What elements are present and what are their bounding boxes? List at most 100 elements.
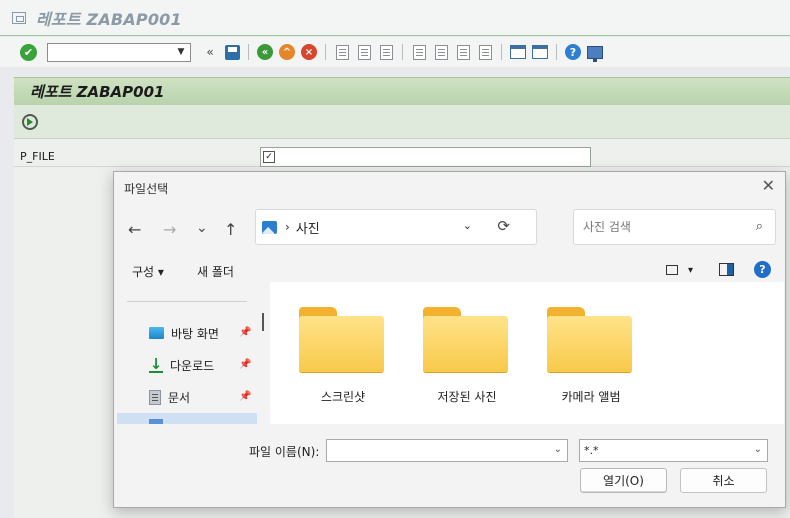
previous-page-icon (434, 44, 448, 60)
menu-icon[interactable] (12, 11, 26, 24)
help-button[interactable]: ? (564, 43, 582, 61)
view-dropdown-icon[interactable]: ▾ (688, 265, 693, 276)
cancel-toolbar-button[interactable]: × (300, 43, 318, 61)
first-page-button[interactable] (410, 43, 428, 61)
save-icon (224, 44, 240, 60)
find-next-button[interactable] (377, 43, 395, 61)
folder-icon-body (299, 316, 384, 372)
p-file-label: P_FILE (20, 150, 55, 163)
file-type-select[interactable]: *.* ⌄ (579, 439, 768, 462)
find-icon (357, 44, 371, 60)
new-folder-button[interactable]: 새 폴더 (197, 263, 234, 280)
report-application-toolbar (14, 105, 790, 139)
filename-input[interactable] (327, 440, 547, 460)
toolbar-divider (402, 44, 403, 60)
nav-item-downloads[interactable]: ↓ 다운로드 (149, 355, 214, 375)
nav-item-label: 다운로드 (170, 358, 215, 373)
folder-name: 카메라 앨범 (561, 390, 621, 404)
close-icon[interactable]: ✕ (762, 176, 775, 195)
breadcrumb-pictures[interactable]: 사진 (296, 218, 320, 237)
dialog-title: 파일선택 (124, 182, 169, 196)
breadcrumb-separator: › (285, 220, 290, 234)
up-arrow-icon[interactable]: ↑ (224, 220, 237, 239)
documents-icon (149, 389, 161, 405)
exit-button[interactable]: ^ (278, 43, 296, 61)
file-type-value: *.* (584, 444, 599, 457)
toolbar-divider (556, 44, 557, 60)
search-icon[interactable]: ⌕ (756, 219, 763, 234)
next-page-icon (456, 44, 470, 60)
chevron-down-icon[interactable]: ⌄ (463, 219, 472, 232)
help-icon[interactable]: ? (754, 261, 771, 278)
previous-page-button[interactable] (432, 43, 450, 61)
nav-item-documents[interactable]: 문서 (149, 387, 190, 407)
file-select-dialog: 파일선택 ✕ ← → ⌄ ↑ › 사진 ⌄ ⟳ ⌕ 구성 ▾ 새 폴더 ▾ ? … (113, 171, 786, 508)
toolbar-divider (248, 44, 249, 60)
pin-icon[interactable]: 📌 (239, 327, 251, 338)
collapse-toolbar-button[interactable]: « (201, 43, 219, 61)
first-page-icon (412, 44, 426, 60)
print-icon (335, 44, 349, 60)
pin-icon[interactable]: 📌 (239, 359, 251, 370)
folder-screenshots[interactable]: 스크린샷 (299, 304, 387, 404)
sap-toolbar: ✔ ▼ « « ^ × ? (0, 37, 790, 67)
new-session-button[interactable] (509, 43, 527, 61)
search-input[interactable] (583, 220, 743, 234)
chevron-down-icon[interactable]: ⌄ (754, 444, 762, 455)
nav-item-desktop[interactable]: 바탕 화면 (149, 323, 219, 343)
execute-icon[interactable] (22, 113, 38, 130)
sap-title-bar: 레포트 ZABAP001 (0, 0, 790, 36)
forward-arrow-icon[interactable]: → (163, 220, 176, 239)
find-next-icon (379, 44, 393, 60)
refresh-icon[interactable]: ⟳ (497, 217, 510, 235)
download-icon: ↓ (149, 355, 163, 373)
scrollbar-thumb[interactable] (262, 313, 264, 331)
nav-item-label: 문서 (168, 390, 191, 405)
next-page-button[interactable] (454, 43, 472, 61)
monitor-icon (587, 45, 603, 62)
desktop-icon (149, 327, 164, 339)
report-title: 레포트 ZABAP001 (30, 83, 165, 101)
required-check-icon: ✓ (263, 151, 275, 163)
file-list: 스크린샷 저장된 사진 카메라 앨범 (270, 282, 784, 424)
window-title: 레포트 ZABAP001 (36, 9, 182, 29)
toolbar-divider (501, 44, 502, 60)
enter-check-icon[interactable]: ✔ (20, 43, 37, 61)
shortcut-button[interactable] (531, 43, 549, 61)
navigation-pane: 바탕 화면 📌 ↓ 다운로드 📌 문서 📌 (117, 287, 267, 424)
folder-saved-pictures[interactable]: 저장된 사진 (423, 304, 511, 404)
preview-pane-icon[interactable] (719, 263, 734, 276)
recent-locations-icon[interactable]: ⌄ (196, 220, 208, 236)
last-page-icon (478, 44, 492, 60)
view-icon[interactable] (666, 265, 678, 275)
chevron-down-icon[interactable]: ⌄ (554, 444, 562, 455)
search-box: ⌕ (573, 209, 776, 245)
nav-item-pictures-selected[interactable] (117, 413, 257, 424)
filename-combo: ⌄ (326, 439, 568, 462)
chevron-down-icon[interactable]: ▼ (174, 45, 188, 60)
layout-button[interactable] (586, 43, 604, 62)
organize-menu[interactable]: 구성 ▾ (132, 263, 164, 280)
filename-label: 파일 이름(N): (249, 445, 320, 459)
cancel-icon: × (301, 44, 317, 60)
p-file-input[interactable]: ✓ (260, 147, 591, 167)
pin-icon[interactable]: 📌 (239, 391, 251, 402)
nav-scrollbar[interactable] (257, 287, 267, 424)
find-button[interactable] (355, 43, 373, 61)
open-button[interactable]: 열기(O) (580, 468, 667, 493)
new-session-icon (510, 45, 526, 59)
command-field[interactable]: ▼ (47, 42, 191, 62)
folder-camera-roll[interactable]: 카메라 앨범 (547, 304, 635, 404)
last-page-button[interactable] (476, 43, 494, 61)
back-button[interactable]: « (256, 43, 274, 61)
address-bar[interactable]: › 사진 ⌄ ⟳ (255, 209, 537, 245)
save-button[interactable] (223, 43, 241, 61)
print-button[interactable] (333, 43, 351, 61)
nav-item-label: 바탕 화면 (171, 326, 219, 341)
toolbar-divider (325, 44, 326, 60)
folder-name: 저장된 사진 (437, 390, 497, 404)
cancel-button[interactable]: 취소 (680, 468, 767, 493)
back-arrow-icon[interactable]: ← (128, 220, 141, 239)
shortcut-icon (532, 45, 548, 59)
folder-name: 스크린샷 (320, 390, 366, 404)
